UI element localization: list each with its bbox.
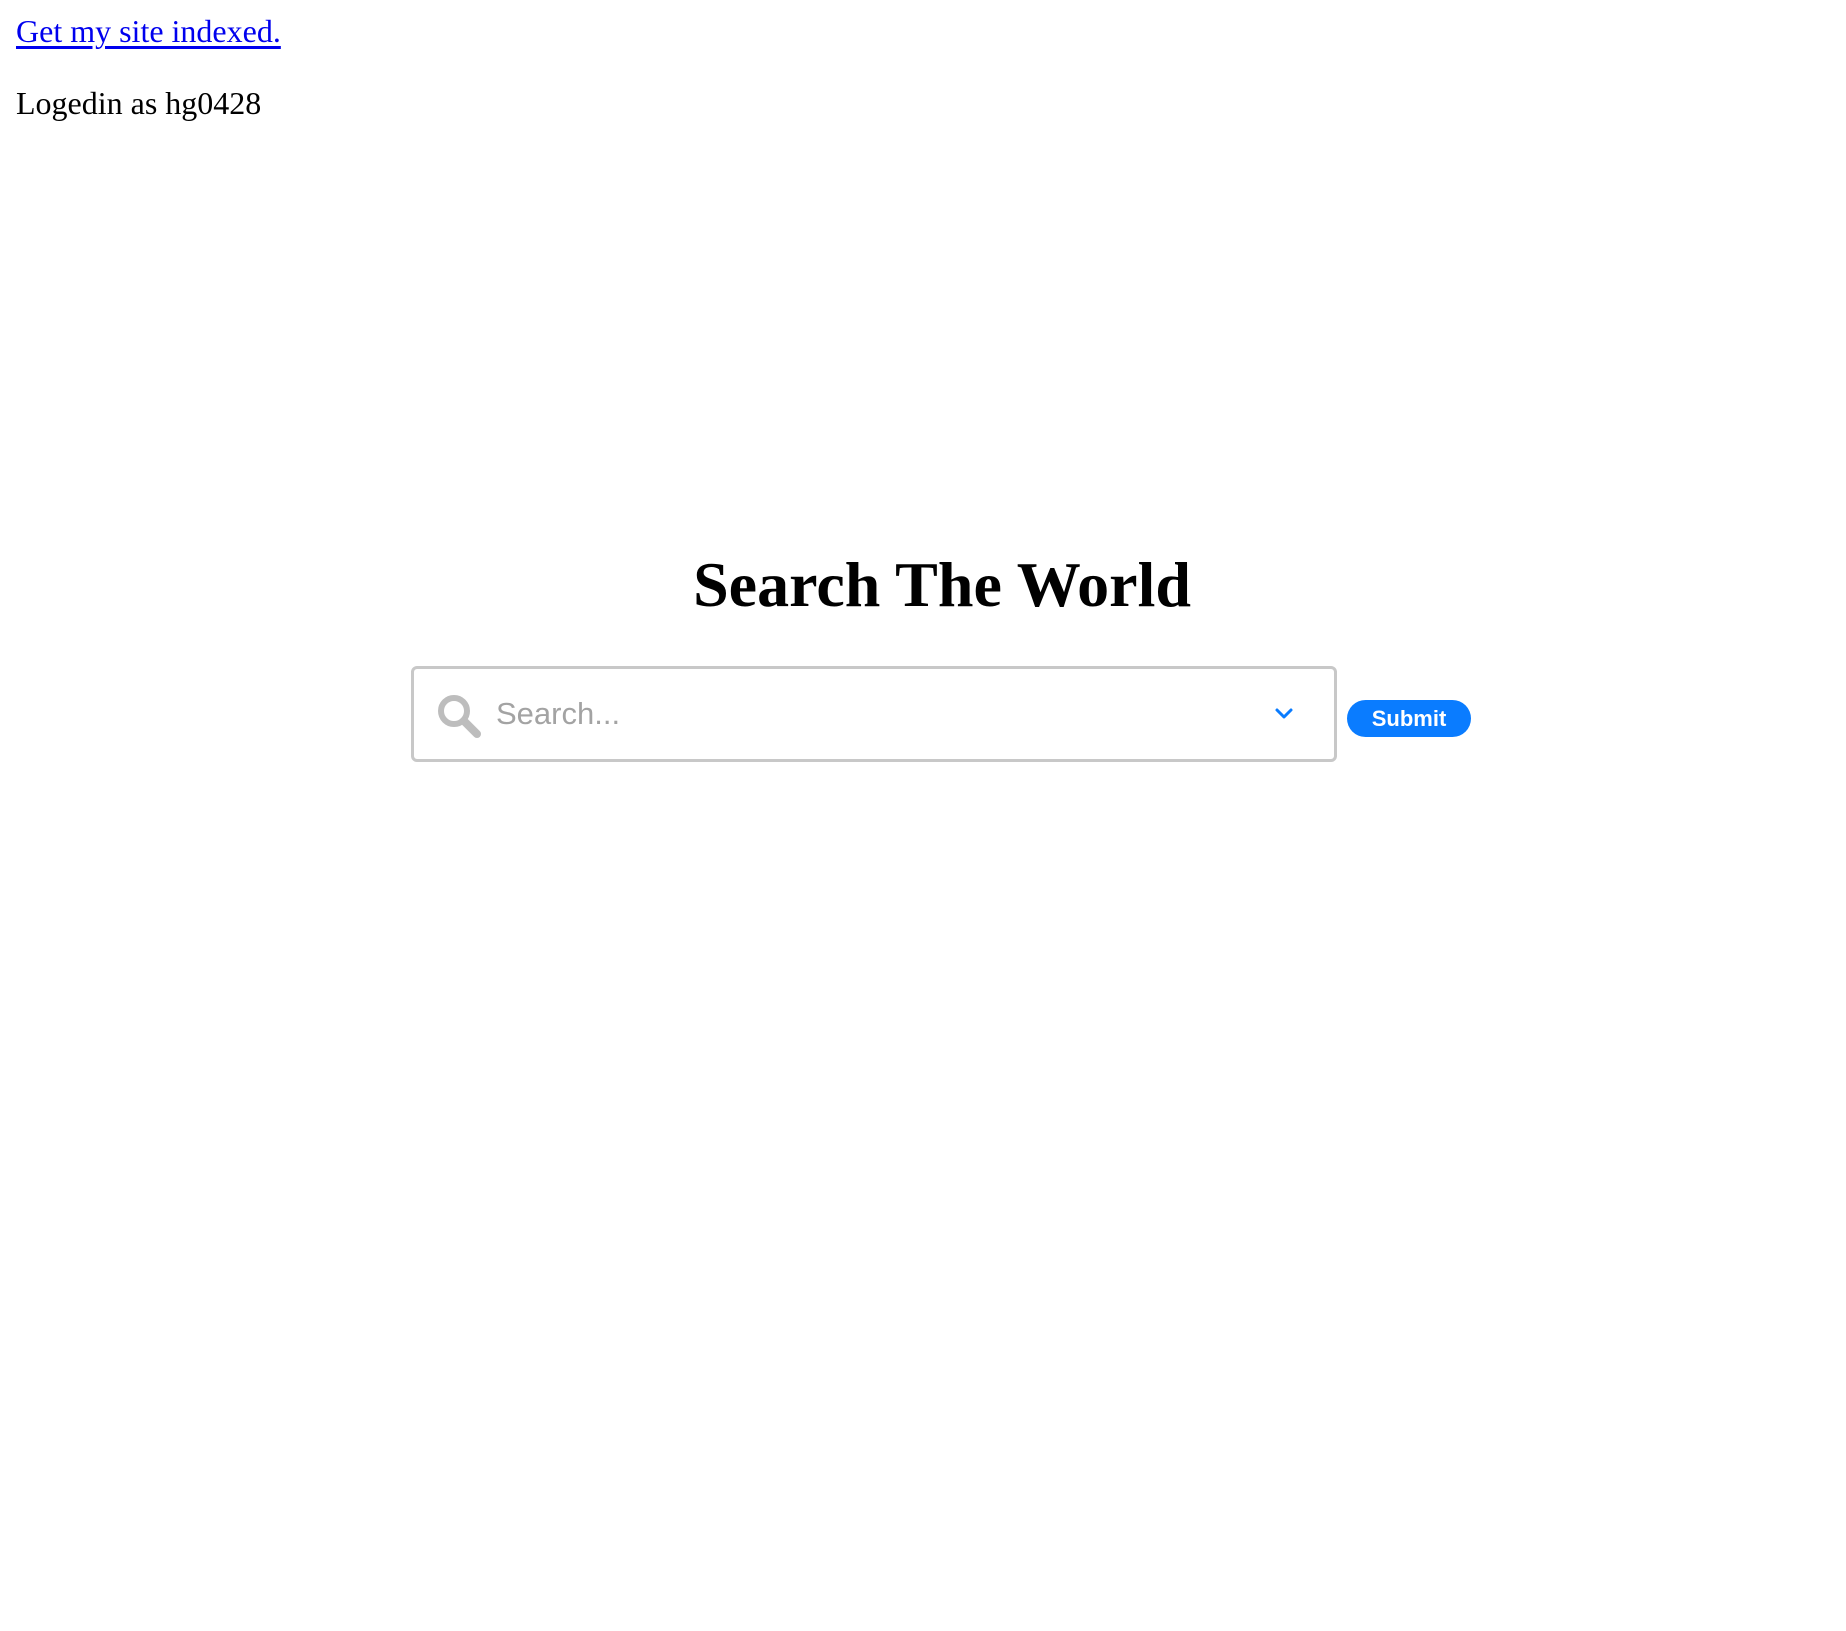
search-input[interactable] bbox=[496, 669, 1236, 759]
chevron-down-icon[interactable] bbox=[1269, 699, 1299, 729]
page-title: Search The World bbox=[693, 549, 1191, 620]
search-bar bbox=[411, 666, 1337, 762]
logged-in-status: Logedin as hg0428 bbox=[16, 85, 262, 121]
submit-button[interactable]: Submit bbox=[1347, 700, 1471, 737]
get-site-indexed-link[interactable]: Get my site indexed. bbox=[16, 11, 281, 51]
search-icon bbox=[436, 693, 482, 739]
